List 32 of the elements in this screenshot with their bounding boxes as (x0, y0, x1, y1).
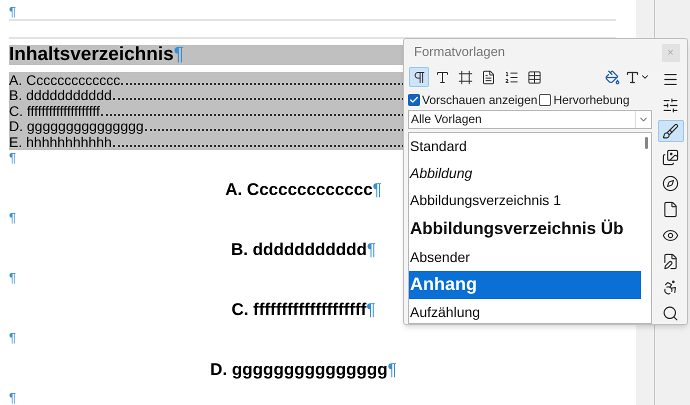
panel-title: Formatvorlagen (414, 42, 506, 61)
paragraph-styles-icon[interactable] (409, 67, 429, 88)
pilcrow: ¶ (9, 270, 16, 285)
pilcrow: ¶ (9, 210, 16, 225)
scrollbar-thumb[interactable] (644, 136, 648, 149)
style-item[interactable]: Abbildungsverzeichnis Üb (409, 214, 641, 244)
style-item[interactable]: Abbildung (409, 160, 641, 187)
style-item[interactable]: Aufzählung (409, 298, 641, 323)
pilcrow: ¶ (9, 390, 16, 405)
toc-entry: D. ggggggggggggggg (9, 119, 144, 134)
checkbox-label: Hervorhebung (553, 92, 630, 109)
letter-icon (625, 70, 640, 85)
checkbox-label: Vorschauen anzeigen (422, 92, 538, 109)
pilcrow: ¶ (9, 330, 16, 345)
checkbox[interactable] (539, 94, 552, 106)
style-item[interactable]: Abbildungsverzeichnis 1 (409, 186, 641, 214)
checkbox[interactable] (408, 94, 420, 106)
toc-entry: A. Ccccccccccccc (9, 72, 120, 88)
toc-entry: E. hhhhhhhhhhh (9, 134, 112, 150)
filter-dropdown[interactable]: Alle Vorlagen (408, 110, 652, 129)
brush-icon[interactable] (658, 120, 684, 142)
chapter-heading: C. ffffffffffffffffffff¶ (231, 300, 376, 320)
pilcrow: ¶ (9, 150, 16, 165)
toc-entry: B. ddddddddddd (9, 88, 112, 104)
pilcrow: ¶ (9, 4, 16, 19)
chapter-heading: A. Ccccccccccccc¶ (225, 180, 382, 200)
style-item[interactable]: Absender (409, 244, 641, 271)
chapter-heading: B. ddddddddddd¶ (230, 240, 376, 260)
style-item[interactable]: Standard (409, 132, 641, 160)
style-item[interactable]: Anhang (409, 270, 641, 299)
toc-entry: C. ffffffffffffffffffff (9, 104, 100, 119)
chapter-heading: D. ggggggggggggggg¶ (210, 360, 397, 380)
